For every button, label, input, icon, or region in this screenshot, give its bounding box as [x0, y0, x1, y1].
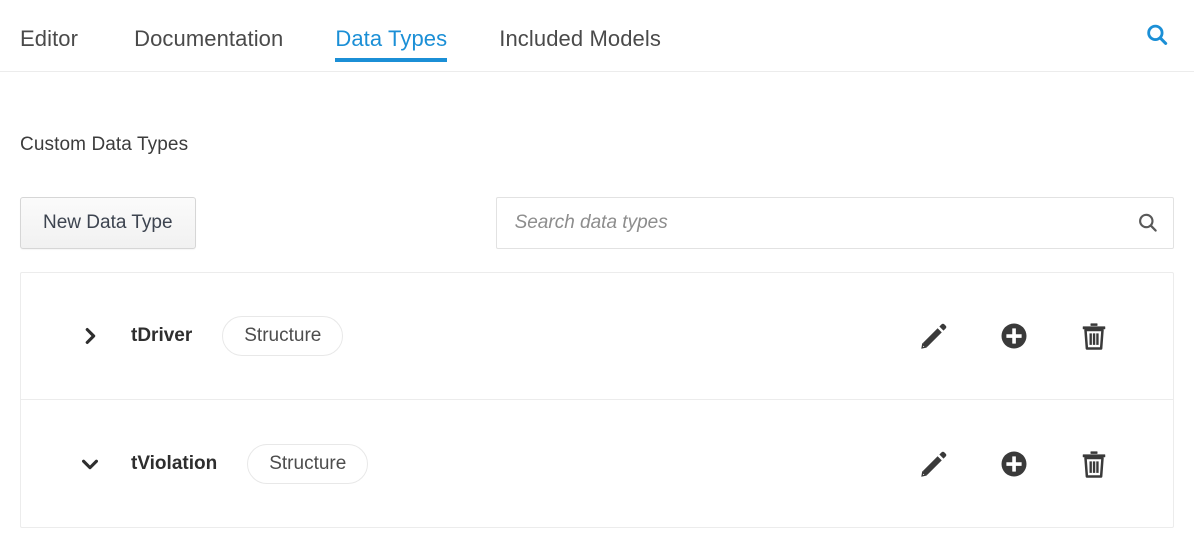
data-types-list: tDriver Structure tViolation Structure [20, 272, 1174, 528]
page-content: Custom Data Types New Data Type tDriver … [0, 134, 1194, 528]
tab-list: Editor Documentation Data Types Included… [18, 0, 687, 72]
search-submit-button[interactable] [1136, 211, 1160, 235]
status-badge: Structure [247, 443, 369, 484]
new-data-type-button[interactable]: New Data Type [20, 197, 196, 249]
search-input[interactable] [495, 197, 1174, 249]
tab-bar: Editor Documentation Data Types Included… [0, 0, 1194, 72]
tab-editor[interactable]: Editor [18, 0, 108, 72]
plus-circle-icon[interactable] [987, 442, 1041, 486]
tab-data-types-label: Data Types [335, 26, 448, 51]
tab-documentation-label: Documentation [134, 26, 284, 51]
tab-data-types[interactable]: Data Types [309, 0, 473, 72]
tab-included-models-label: Included Models [499, 26, 661, 51]
search-icon [1139, 213, 1157, 232]
tab-included-models[interactable]: Included Models [473, 0, 687, 72]
chevron-down-icon[interactable] [77, 451, 103, 477]
table-row[interactable]: tViolation Structure [21, 400, 1173, 527]
global-search-button[interactable] [1140, 18, 1174, 52]
pencil-icon[interactable] [907, 442, 961, 486]
tab-documentation[interactable]: Documentation [108, 0, 309, 72]
search-field-wrapper [495, 197, 1174, 249]
row-actions [907, 314, 1173, 358]
tab-editor-label: Editor [20, 26, 79, 51]
pencil-icon[interactable] [907, 314, 961, 358]
search-icon [1147, 24, 1168, 45]
data-type-name: tDriver [131, 325, 193, 346]
toolbar: New Data Type [20, 196, 1174, 250]
table-row[interactable]: tDriver Structure [21, 273, 1173, 400]
row-actions [907, 442, 1173, 486]
plus-circle-icon[interactable] [987, 314, 1041, 358]
trash-icon[interactable] [1067, 314, 1121, 358]
chevron-right-icon[interactable] [77, 323, 103, 349]
page-title: Custom Data Types [20, 134, 189, 155]
trash-icon[interactable] [1067, 442, 1121, 486]
data-type-name: tViolation [131, 452, 218, 474]
status-badge: Structure [222, 316, 344, 356]
